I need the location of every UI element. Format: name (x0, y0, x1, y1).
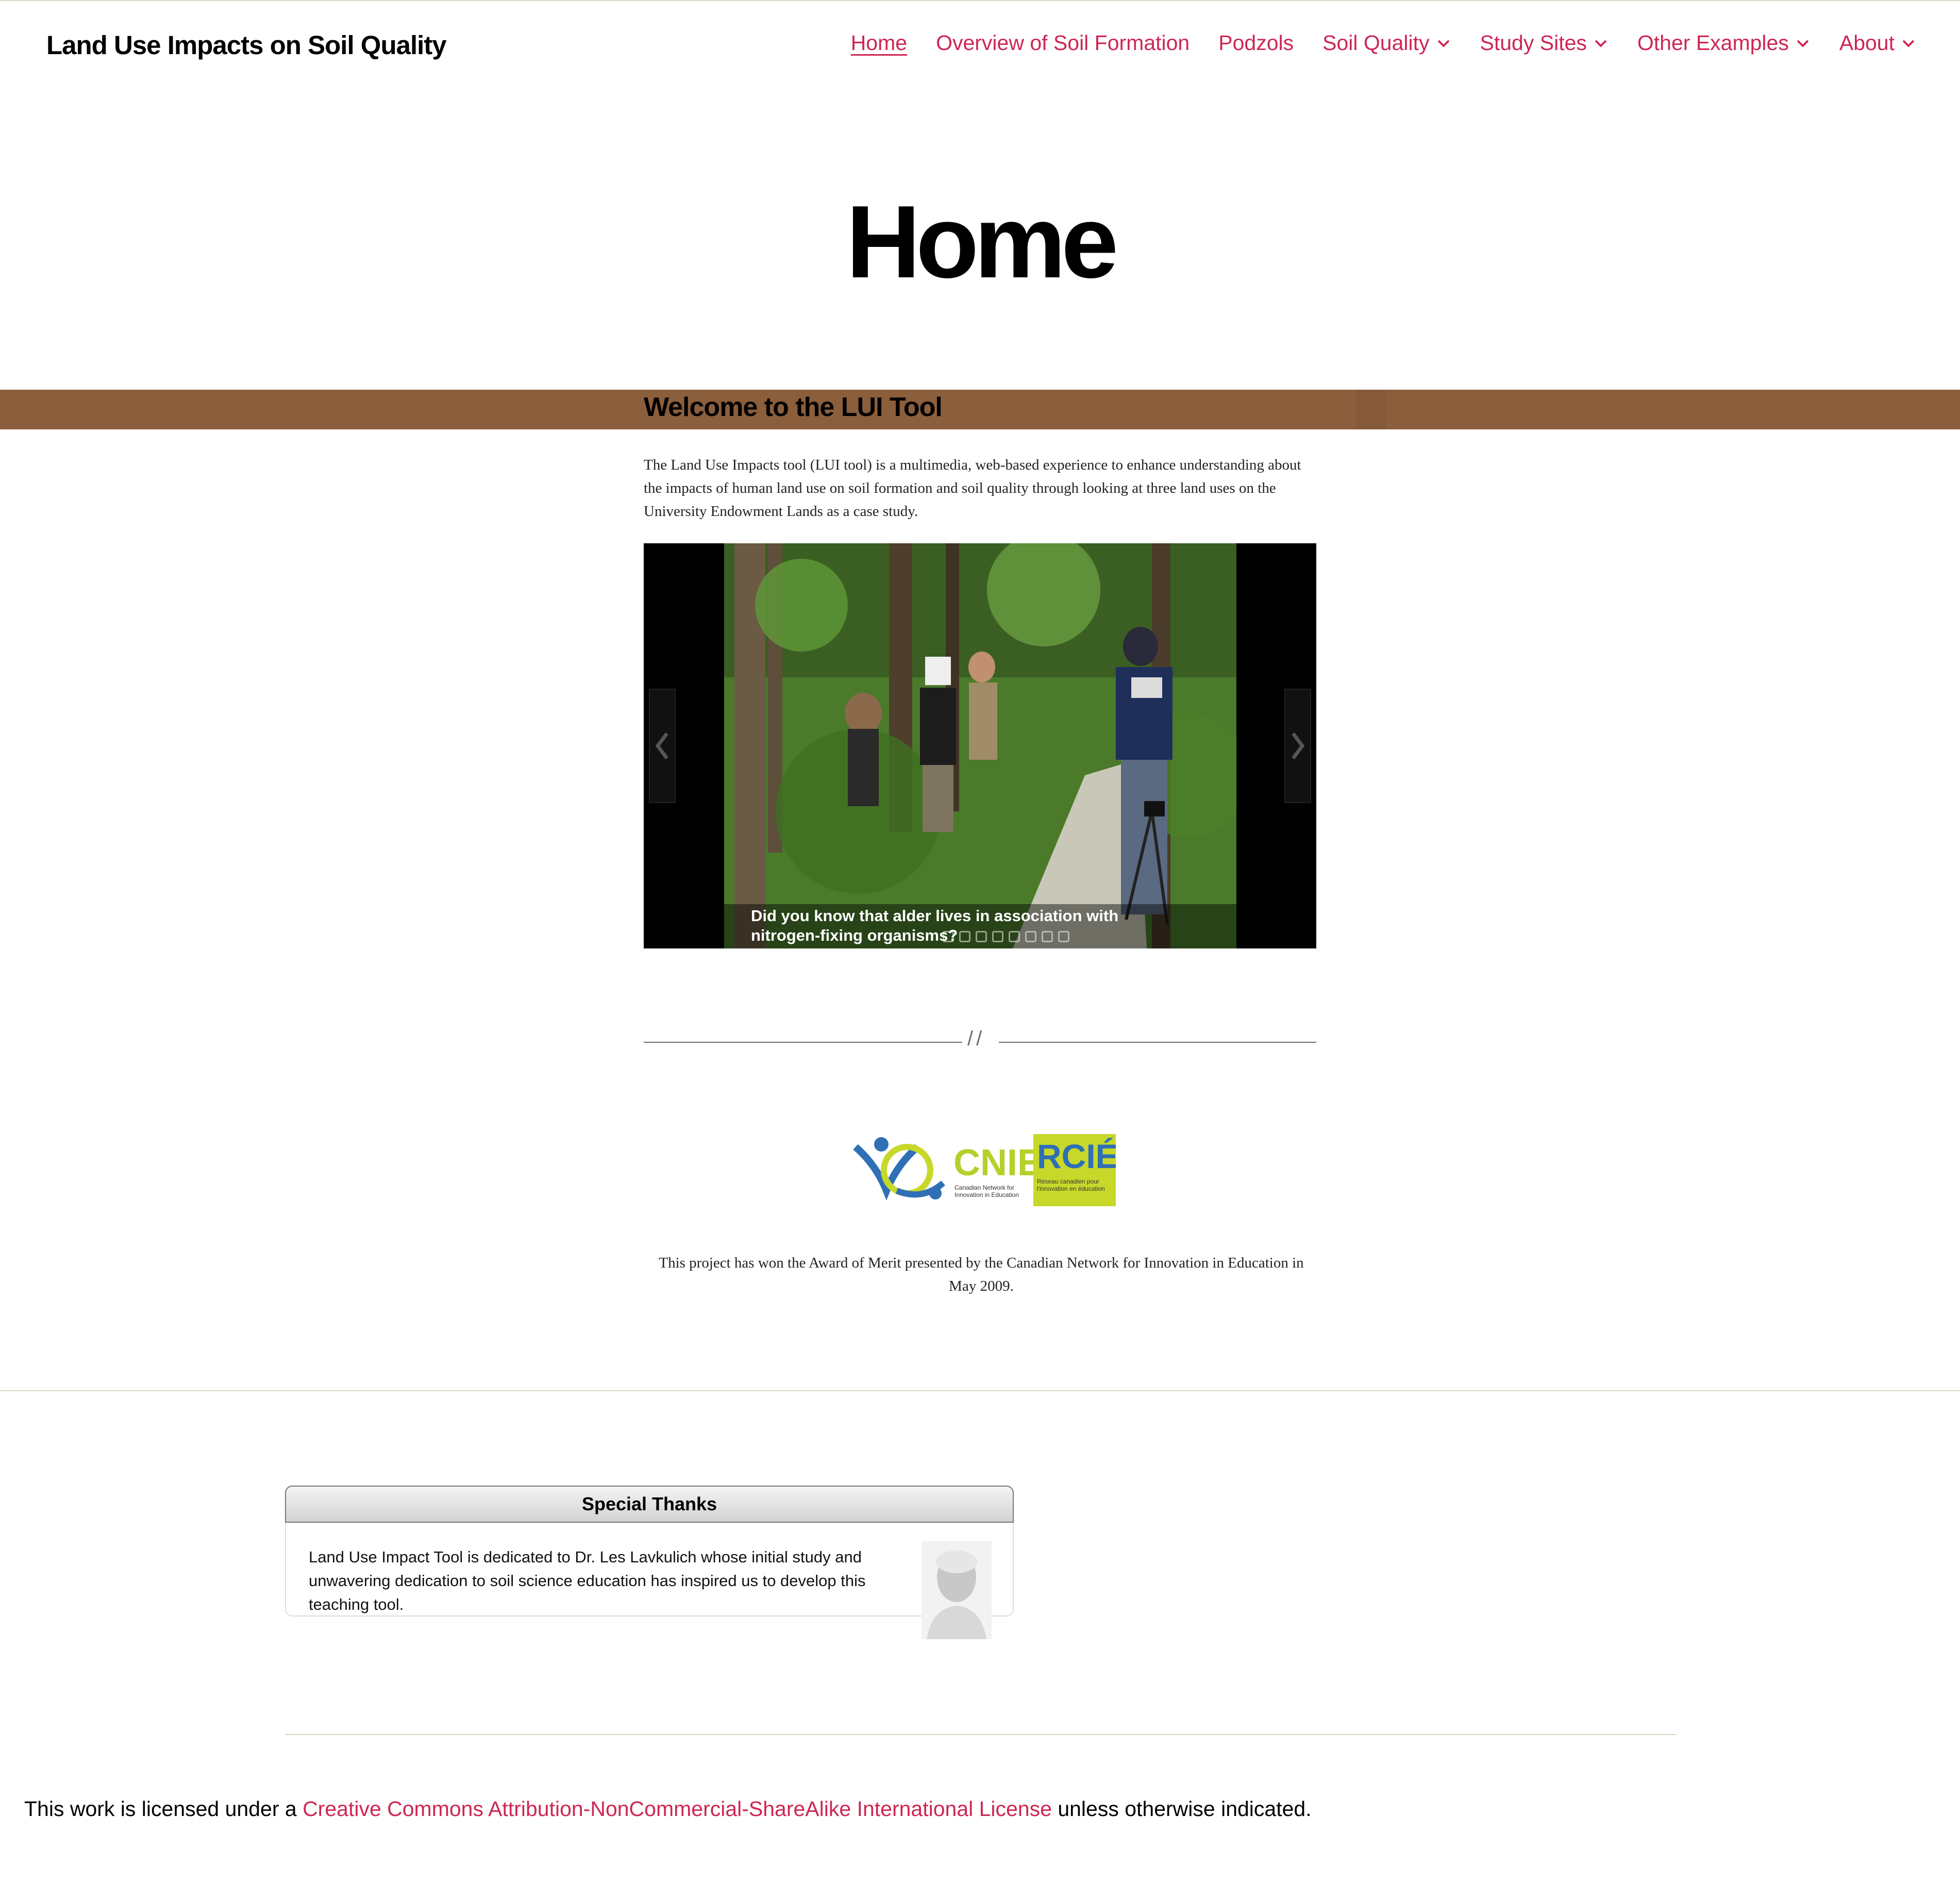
intro-paragraph: The Land Use Impacts tool (LUI tool) is … (644, 457, 1301, 520)
slide-dot[interactable] (992, 931, 1003, 942)
slide-dot[interactable] (943, 931, 954, 942)
nav-label: Other Examples (1637, 31, 1789, 55)
chevron-left-icon (655, 732, 668, 760)
slide-dot[interactable] (1009, 931, 1020, 942)
license-link[interactable]: Creative Commons Attribution-NonCommerci… (303, 1797, 1052, 1821)
nav-item-other-examples[interactable]: Other Examples (1637, 31, 1811, 55)
footer-divider (0, 1390, 1960, 1391)
nav-item-study-sites[interactable]: Study Sites (1480, 31, 1609, 55)
slideshow-prev-button[interactable] (649, 689, 676, 803)
slideshow[interactable]: Did you know that alder lives in associa… (644, 543, 1316, 948)
nav-label: Soil Quality (1322, 31, 1430, 55)
nav-item-home[interactable]: Home (851, 31, 907, 55)
chevron-down-icon[interactable] (1795, 36, 1811, 51)
chevron-right-icon (1292, 732, 1305, 760)
nav-item-overview[interactable]: Overview of Soil Formation (936, 31, 1190, 55)
slideshow-next-button[interactable] (1284, 689, 1311, 803)
slide-indicators (943, 931, 1069, 942)
page-title: Home (846, 185, 1119, 299)
slide-dot[interactable] (1058, 931, 1069, 942)
chevron-down-icon[interactable] (1901, 36, 1916, 51)
separator-line-left (644, 1042, 962, 1043)
svg-text:l'innovation en éducation: l'innovation en éducation (1037, 1185, 1105, 1192)
site-title[interactable]: Land Use Impacts on Soil Quality (46, 30, 447, 60)
slide-dot[interactable] (1025, 931, 1036, 942)
nav-item-podzols[interactable]: Podzols (1218, 31, 1294, 55)
welcome-band (0, 390, 1960, 429)
slide-dot[interactable] (959, 931, 970, 942)
nav-item-soil-quality[interactable]: Soil Quality (1322, 31, 1451, 55)
welcome-heading: Welcome to the LUI Tool (644, 392, 943, 422)
cnie-rcie-logo: CNIE Canadian Network for Innovation in … (853, 1134, 1116, 1206)
svg-text:Canadian Network for: Canadian Network for (954, 1184, 1014, 1191)
nav-label: About (1839, 31, 1895, 55)
band-shade (1355, 390, 1386, 429)
svg-text:CNIE: CNIE (953, 1142, 1042, 1184)
nav-label: Overview of Soil Formation (936, 31, 1190, 55)
svg-text:Innovation in Education: Innovation in Education (954, 1191, 1019, 1198)
slide-photo (724, 543, 1236, 948)
main-navigation: Home Overview of Soil Formation Podzols … (851, 31, 1916, 55)
nav-item-about[interactable]: About (1839, 31, 1916, 55)
nav-label: Podzols (1218, 31, 1294, 55)
special-thanks-heading: Special Thanks (285, 1486, 1014, 1523)
nav-label: Study Sites (1480, 31, 1587, 55)
chevron-down-icon[interactable] (1436, 36, 1451, 51)
slide-dot[interactable] (1042, 931, 1053, 942)
special-thanks-text: Land Use Impact Tool is dedicated to Dr.… (309, 1548, 866, 1613)
award-text: This project has won the Award of Merit … (659, 1255, 1304, 1294)
forest-scene-image (724, 543, 1236, 948)
svg-text:RCIÉ: RCIÉ (1037, 1137, 1116, 1175)
separator-mark: // (967, 1027, 985, 1050)
svg-text:Réseau canadien pour: Réseau canadien pour (1037, 1178, 1099, 1185)
license-prefix: This work is licensed under a (24, 1797, 303, 1821)
license-text: This work is licensed under a Creative C… (24, 1797, 1312, 1821)
license-suffix: unless otherwise indicated. (1051, 1797, 1312, 1821)
slide-dot[interactable] (976, 931, 987, 942)
portrait-photo (922, 1541, 992, 1639)
chevron-down-icon[interactable] (1593, 36, 1609, 51)
separator-line-right (999, 1042, 1316, 1043)
top-border (0, 0, 1960, 1)
bottom-divider (285, 1734, 1677, 1735)
nav-label: Home (850, 31, 908, 55)
